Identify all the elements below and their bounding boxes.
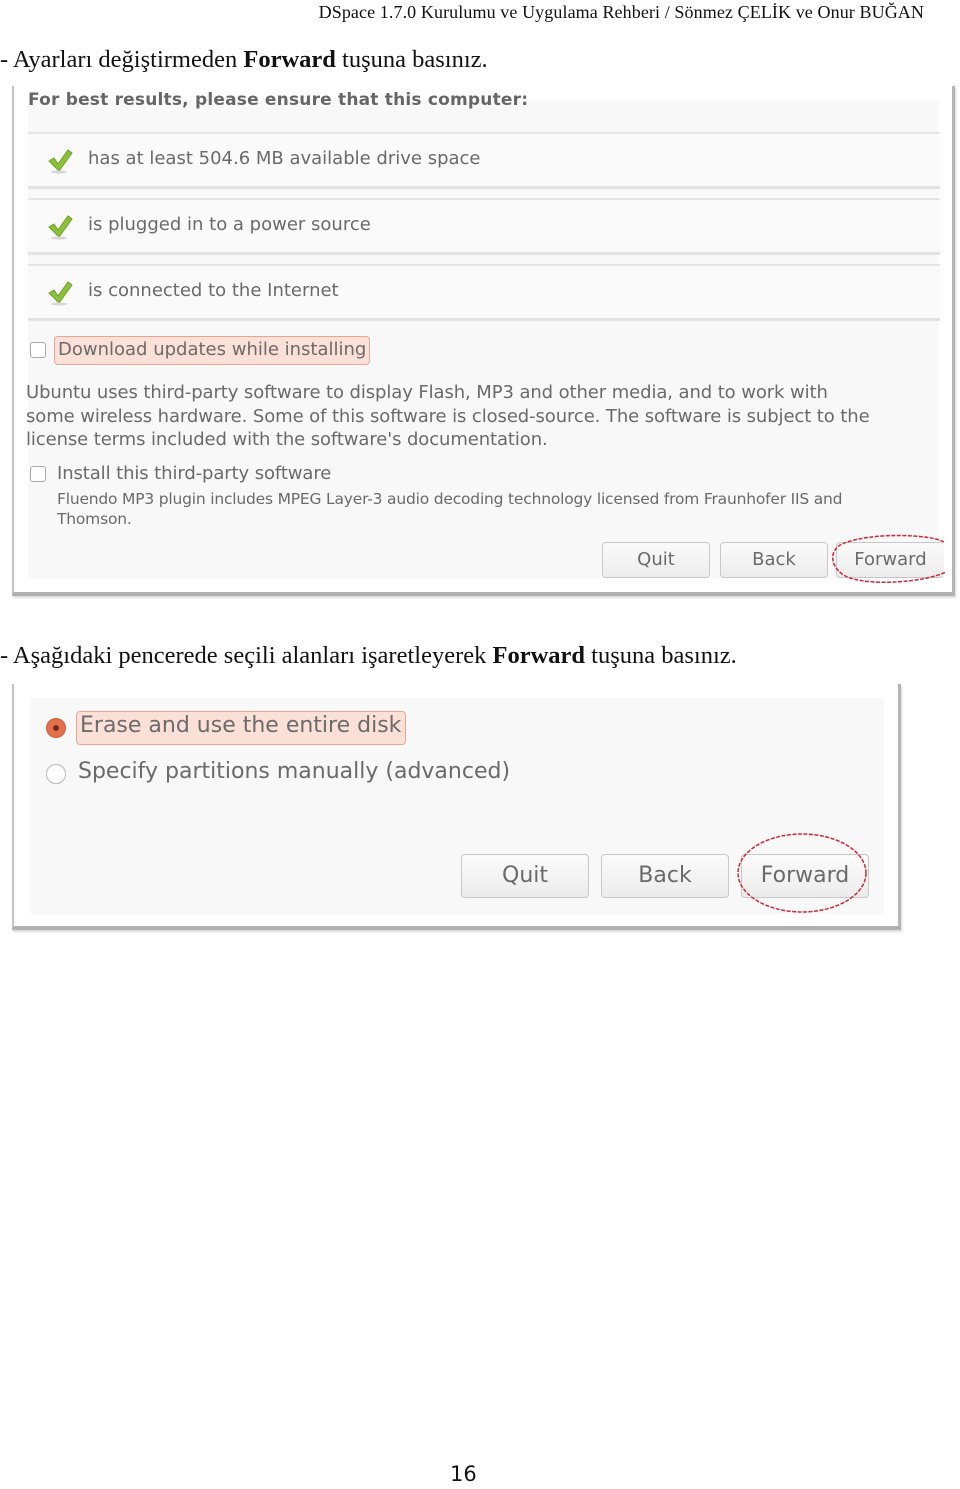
check-row-power: is plugged in to a power source [28,198,940,255]
requirements-title: For best results, please ensure that thi… [28,90,529,110]
page-number: 16 [450,1462,477,1486]
check-label: is plugged in to a power source [88,214,371,235]
third-party-line: Ubuntu uses third-party software to disp… [26,382,828,403]
quit-button[interactable]: Quit [602,542,710,578]
third-party-description: Ubuntu uses third-party software to disp… [26,381,870,452]
check-label: is connected to the Internet [88,280,339,301]
page-header: DSpace 1.7.0 Kurulumu ve Uygulama Rehber… [318,2,924,22]
download-updates-label[interactable]: Download updates while installing [54,336,371,365]
erase-disk-radio[interactable] [46,718,66,738]
instruction-1-prefix: - Ayarları değiştirmeden [0,46,244,73]
back-button[interactable]: Back [720,542,828,578]
check-label: has at least 504.6 MB available drive sp… [88,148,481,169]
third-party-line: license terms included with the software… [26,429,548,450]
erase-disk-label[interactable]: Erase and use the entire disk [76,711,407,745]
instruction-1-suffix: tuşuna basınız. [335,46,488,73]
instruction-2-bold: Forward [492,642,586,669]
check-row-internet: is connected to the Internet [28,264,940,321]
check-row-drive-space: has at least 504.6 MB available drive sp… [28,132,940,189]
manual-partition-radio[interactable] [46,764,66,784]
third-party-line: some wireless hardware. Some of this sof… [26,405,870,427]
instruction-1-bold: Forward [243,46,336,73]
quit-button[interactable]: Quit [461,854,589,898]
forward-button[interactable]: Forward [741,854,869,898]
checkmark-icon [48,281,73,306]
forward-button[interactable]: Forward [836,542,944,578]
checkmark-icon [48,149,73,174]
back-button[interactable]: Back [601,854,729,898]
install-third-party-label[interactable]: Install this third-party software [57,462,331,486]
install-third-party-checkbox[interactable] [30,466,46,482]
screenshot-prepare-install: For best results, please ensure that thi… [12,86,955,596]
screenshot-disk-setup: Erase and use the entire disk Specify pa… [12,684,901,930]
download-updates-checkbox[interactable] [30,342,46,358]
instruction-2-prefix: - Aşağıdaki pencerede seçili alanları iş… [0,642,493,669]
instruction-1: - Ayarları değiştirmeden Forward tuşuna … [0,46,488,74]
instruction-2: - Aşağıdaki pencerede seçili alanları iş… [0,642,737,670]
fluendo-line: Fluendo MP3 plugin includes MPEG Layer-3… [57,490,843,508]
instruction-2-suffix: tuşuna basınız. [585,642,737,669]
fluendo-line: Thomson. [57,510,132,528]
fluendo-description: Fluendo MP3 plugin includes MPEG Layer-3… [57,489,842,529]
manual-partition-label[interactable]: Specify partitions manually (advanced) [78,759,510,784]
checkmark-icon [48,215,73,240]
